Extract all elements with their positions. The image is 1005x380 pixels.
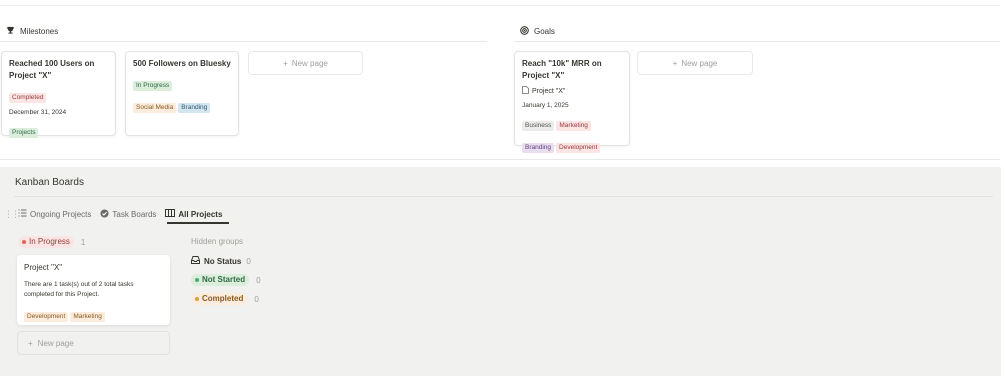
tab-label: Ongoing Projects xyxy=(30,209,92,219)
tag-development: Development xyxy=(24,312,69,322)
new-page-label: New page xyxy=(37,338,74,348)
relation-label: Project "X" xyxy=(532,88,566,95)
group-count: 0 xyxy=(254,294,259,304)
group-label: Completed xyxy=(202,294,244,303)
goals-header[interactable]: Goals xyxy=(520,22,555,40)
hidden-group-not-started[interactable]: Not Started 0 xyxy=(191,274,261,286)
target-icon xyxy=(520,25,529,37)
hidden-group-completed[interactable]: Completed 0 xyxy=(191,293,259,305)
milestone-card-2[interactable]: 500 Followers on Bluesky In Progress Soc… xyxy=(125,51,239,136)
status-pill-not-started: Not Started xyxy=(191,274,250,286)
tag-branding: Branding xyxy=(178,103,211,113)
status-pill-completed: Completed xyxy=(191,293,248,305)
hidden-group-no-status[interactable]: No Status 0 xyxy=(191,256,251,266)
card-title: Project "X" xyxy=(24,263,63,272)
drag-handle-icon[interactable]: ⋮⋮ xyxy=(4,209,20,220)
tab-label: All Projects xyxy=(178,209,223,219)
trophy-icon xyxy=(6,26,15,37)
milestones-new-page-button[interactable]: + New page xyxy=(248,51,363,75)
group-count: 0 xyxy=(246,256,251,266)
active-tab-underline xyxy=(167,222,229,224)
top-divider xyxy=(0,5,1000,6)
plus-icon: + xyxy=(28,338,33,348)
tag-business: Business xyxy=(522,121,555,131)
goals-divider xyxy=(514,41,1000,42)
card-title: Reach "10k" MRR on Project "X" xyxy=(522,59,602,80)
new-page-label: New page xyxy=(681,58,718,68)
kanban-divider xyxy=(14,196,993,197)
milestones-divider xyxy=(0,41,487,42)
kanban-new-page-button[interactable]: + New page xyxy=(17,331,170,355)
milestones-title: Milestones xyxy=(20,26,59,36)
card-title: Reached 100 Users on Project "X" xyxy=(9,59,95,80)
goal-card-1[interactable]: Reach "10k" MRR on Project "X" Project "… xyxy=(514,51,630,153)
kanban-title: Kanban Boards xyxy=(15,177,84,188)
tag-social-media: Social Media xyxy=(133,103,177,113)
tab-all-projects[interactable]: All Projects xyxy=(165,207,222,221)
status-dot-icon xyxy=(22,240,26,244)
plus-icon: + xyxy=(672,58,678,68)
page-icon xyxy=(522,86,529,97)
view-tabs: ⋮⋮ Ongoing Projects Task Boards All Proj… xyxy=(4,207,231,221)
plus-icon: + xyxy=(283,58,288,68)
milestones-header[interactable]: Milestones xyxy=(6,22,58,40)
card-title: 500 Followers on Bluesky xyxy=(133,59,231,68)
section-divider xyxy=(0,159,1000,160)
project-card[interactable]: Project "X" There are 1 task(s) out of 2… xyxy=(17,255,170,325)
tag-marketing: Marketing xyxy=(70,312,105,322)
goals-title: Goals xyxy=(534,26,555,36)
tag-projects: Projects xyxy=(9,128,39,138)
status-dot-icon xyxy=(195,297,199,301)
card-date: December 31, 2024 xyxy=(9,109,67,116)
tab-ongoing-projects[interactable]: Ongoing Projects xyxy=(18,207,91,221)
tag-branding: Branding xyxy=(522,143,555,153)
group-count: 0 xyxy=(256,275,261,285)
board-icon xyxy=(165,209,176,219)
new-page-label: New page xyxy=(291,58,328,68)
card-date: January 1, 2025 xyxy=(522,102,569,109)
status-dot-icon xyxy=(195,278,199,282)
status-pill-in-progress: In Progress xyxy=(18,236,74,248)
tab-task-boards[interactable]: Task Boards xyxy=(100,207,156,221)
group-label: Not Started xyxy=(202,275,246,284)
milestone-card-1[interactable]: Reached 100 Users on Project "X" Complet… xyxy=(1,51,116,138)
goals-new-page-button[interactable]: + New page xyxy=(637,51,753,75)
tab-label: Task Boards xyxy=(112,209,157,219)
status-label: In Progress xyxy=(29,237,70,246)
status-badge: Completed xyxy=(9,93,47,103)
check-circle-icon xyxy=(100,208,109,220)
card-description: There are 1 task(s) out of 2 total tasks… xyxy=(24,281,134,298)
status-badge: In Progress xyxy=(133,81,173,91)
inbox-icon xyxy=(191,256,200,266)
column-header-in-progress[interactable]: In Progress 1 xyxy=(18,236,85,248)
hidden-groups-label: Hidden groups xyxy=(191,237,244,246)
kanban-section: Kanban Boards ⋮⋮ Ongoing Projects Task B… xyxy=(0,167,1001,376)
column-count: 1 xyxy=(80,237,86,247)
group-label: No Status xyxy=(204,256,242,266)
tag-development: Development xyxy=(556,143,601,153)
list-icon xyxy=(18,209,27,219)
tag-marketing: Marketing xyxy=(556,121,591,131)
relation-project[interactable]: Project "X" xyxy=(522,86,622,97)
